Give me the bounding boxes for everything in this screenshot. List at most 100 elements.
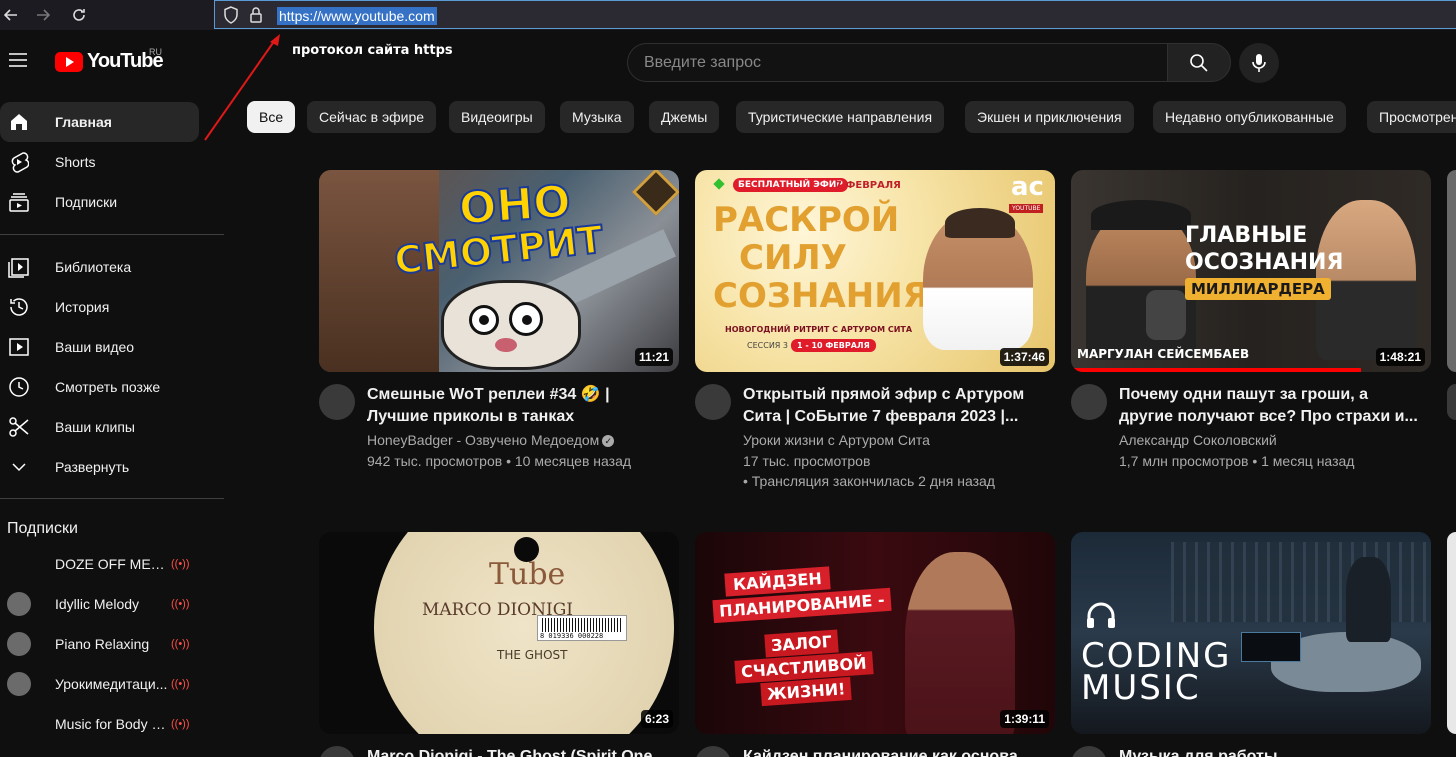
chip-watched[interactable]: Просмотрено <box>1367 101 1456 133</box>
video-card[interactable]: ОНО СМОТРИТ 11:21 Смешные WoT реплеи #34… <box>319 170 679 510</box>
subscription-item[interactable]: Music for Body a... ((•)) <box>0 704 199 744</box>
video-thumbnail[interactable]: КАЙДЗЕН ПЛАНИРОВАНИЕ - ЗАЛОГ СЧАСТЛИВОЙ … <box>695 532 1055 734</box>
voice-search-button[interactable] <box>1239 43 1279 83</box>
video-thumbnail-partial[interactable] <box>1447 170 1456 372</box>
thumbnail-text: ГЛАВНЫЕ <box>1185 223 1308 248</box>
chip-jams[interactable]: Джемы <box>649 101 720 133</box>
watch-later-icon <box>8 376 30 398</box>
chip-video-games[interactable]: Видеоигры <box>449 101 545 133</box>
laptop-icon <box>1241 632 1301 662</box>
video-title[interactable]: Кайдзен планирование как основа... <box>743 746 1043 757</box>
subscriptions-section-title: Подписки <box>7 520 78 537</box>
search-button[interactable] <box>1167 43 1231 82</box>
sidebar-item-shorts[interactable]: Shorts <box>0 142 199 182</box>
video-title[interactable]: Музыка для работы... <box>1119 746 1419 757</box>
chip-music[interactable]: Музыка <box>560 101 634 133</box>
video-card[interactable]: БЕСПЛАТНЫЙ ЭФИР 7 ФЕВРАЛЯ РАСКРОЙ СИЛУ С… <box>695 170 1055 510</box>
youtube-play-icon <box>55 51 83 72</box>
filter-chips-bar: Все Сейчас в эфире Видеоигры Музыка Джем… <box>247 101 1456 134</box>
avatar[interactable] <box>1071 746 1107 757</box>
avatar[interactable] <box>1447 384 1456 420</box>
video-card[interactable]: ГЛАВНЫЕ ОСОЗНАНИЯ МИЛЛИАРДЕРА МАРГУЛАН С… <box>1071 170 1431 510</box>
avatar[interactable] <box>319 746 355 757</box>
channel-name[interactable]: Уроки жизни с Артуром Сита <box>743 432 930 448</box>
thumbnail-logo-sub: YOUTUBE <box>1009 204 1044 213</box>
sidebar-item-expand[interactable]: Развернуть <box>0 447 199 487</box>
sidebar-item-label: Развернуть <box>55 459 130 475</box>
sidebar-item-your-videos[interactable]: Ваши видео <box>0 327 199 367</box>
subscription-item[interactable]: Урокимедитаци... ((•)) <box>0 664 199 704</box>
sidebar-item-label: Смотреть позже <box>55 379 161 395</box>
video-title[interactable]: Смешные WoT реплеи #34 🤣 | Лучшие прикол… <box>367 384 667 428</box>
video-duration: 1:37:46 <box>999 348 1049 366</box>
video-meta: 17 тыс. просмотров <box>743 453 871 469</box>
live-indicator-icon: ((•)) <box>171 678 190 690</box>
chip-all[interactable]: Все <box>247 101 296 133</box>
chip-travel[interactable]: Туристические направления <box>736 101 945 133</box>
chip-recently-uploaded[interactable]: Недавно опубликованные <box>1153 101 1346 133</box>
video-thumbnail-partial[interactable] <box>1447 532 1456 734</box>
history-icon <box>8 296 30 318</box>
live-indicator-icon: ((•)) <box>171 598 190 610</box>
subscription-item[interactable]: Idyllic Melody ((•)) <box>0 584 199 624</box>
video-thumbnail[interactable]: Tube MARCO DIONIGI THE GHOST 8 019336 00… <box>319 532 679 734</box>
video-thumbnail[interactable]: БЕСПЛАТНЫЙ ЭФИР 7 ФЕВРАЛЯ РАСКРОЙ СИЛУ С… <box>695 170 1055 372</box>
sidebar-item-clips[interactable]: Ваши клипы <box>0 407 199 447</box>
menu-icon[interactable] <box>8 52 30 70</box>
sidebar-item-subscriptions[interactable]: Подписки <box>0 182 199 222</box>
shield-icon[interactable] <box>223 6 241 24</box>
lock-icon[interactable] <box>249 6 267 24</box>
search-input[interactable]: Введите запрос <box>627 43 1168 82</box>
channel-name[interactable]: HoneyBadger - Озвучено Медоедом ✓ <box>367 432 615 448</box>
sidebar-item-home[interactable]: Главная <box>0 102 199 142</box>
search-icon <box>1190 53 1208 72</box>
youtube-logo[interactable]: YouTube <box>55 50 164 73</box>
thumbnail-logo: ac <box>1011 172 1044 202</box>
chip-action-adventure[interactable]: Экшен и приключения <box>965 101 1134 133</box>
video-card[interactable]: Tube MARCO DIONIGI THE GHOST 8 019336 00… <box>319 532 679 757</box>
reload-icon[interactable] <box>68 4 90 26</box>
video-title[interactable]: Marco Dionigi - The Ghost (Spirit One... <box>367 746 667 757</box>
channel-name[interactable]: Александр Соколовский <box>1119 432 1277 448</box>
avatar <box>7 672 31 696</box>
avatar[interactable] <box>695 384 731 420</box>
avatar <box>7 592 31 616</box>
subscription-item[interactable]: Piano Relaxing ((•)) <box>0 624 199 664</box>
chip-live[interactable]: Сейчас в эфире <box>307 101 437 133</box>
forward-icon[interactable] <box>32 4 54 26</box>
video-thumbnail[interactable]: ОНО СМОТРИТ 11:21 <box>319 170 679 372</box>
video-thumbnail[interactable]: CODING MUSIC <box>1071 532 1431 734</box>
thumbnail-text: ОСОЗНАНИЯ <box>1185 250 1344 275</box>
headphones-icon <box>1085 600 1117 630</box>
thumbnail-date: 7 ФЕВРАЛЯ <box>835 180 901 191</box>
live-indicator-icon: ((•)) <box>171 638 190 650</box>
live-indicator-icon: ((•)) <box>171 558 190 570</box>
barcode-number: 8 019336 000228 <box>540 632 604 640</box>
avatar[interactable] <box>695 746 731 757</box>
annotation-label: протокол сайта https <box>292 43 453 58</box>
video-thumbnail[interactable]: ГЛАВНЫЕ ОСОЗНАНИЯ МИЛЛИАРДЕРА МАРГУЛАН С… <box>1071 170 1431 372</box>
sidebar-item-watch-later[interactable]: Смотреть позже <box>0 367 199 407</box>
sidebar-item-history[interactable]: История <box>0 287 199 327</box>
sidebar-item-library[interactable]: Библиотека <box>0 247 199 287</box>
address-bar[interactable]: https://www.youtube.com <box>214 0 1456 29</box>
sidebar-item-label: Подписки <box>55 194 118 210</box>
back-icon[interactable] <box>0 4 22 26</box>
subscription-item[interactable]: DOZE OFF MEDU... ((•)) <box>0 544 199 584</box>
video-card[interactable]: CODING MUSIC Музыка для работы... <box>1071 532 1431 757</box>
sidebar-item-label: Главная <box>55 114 112 130</box>
thumbnail-caption: МАРГУЛАН СЕЙСЕМБАЕВ <box>1077 347 1250 361</box>
library-icon <box>8 256 30 278</box>
video-title[interactable]: Открытый прямой эфир с Артуром Сита | Со… <box>743 384 1043 428</box>
star-icon <box>713 178 725 190</box>
thumbnail-subtitle: НОВОГОДНИЙ РИТРИТ С АРТУРОМ СИТА <box>725 325 913 334</box>
home-icon <box>8 111 30 133</box>
video-title[interactable]: Почему одни пашут за гроши, а другие пол… <box>1119 384 1419 428</box>
microphone-icon <box>1146 290 1186 340</box>
video-duration: 11:21 <box>634 348 673 366</box>
url-text[interactable]: https://www.youtube.com <box>277 7 437 25</box>
video-card[interactable]: КАЙДЗЕН ПЛАНИРОВАНИЕ - ЗАЛОГ СЧАСТЛИВОЙ … <box>695 532 1055 757</box>
region-code: RU <box>149 47 162 57</box>
avatar[interactable] <box>1071 384 1107 420</box>
avatar[interactable] <box>319 384 355 420</box>
